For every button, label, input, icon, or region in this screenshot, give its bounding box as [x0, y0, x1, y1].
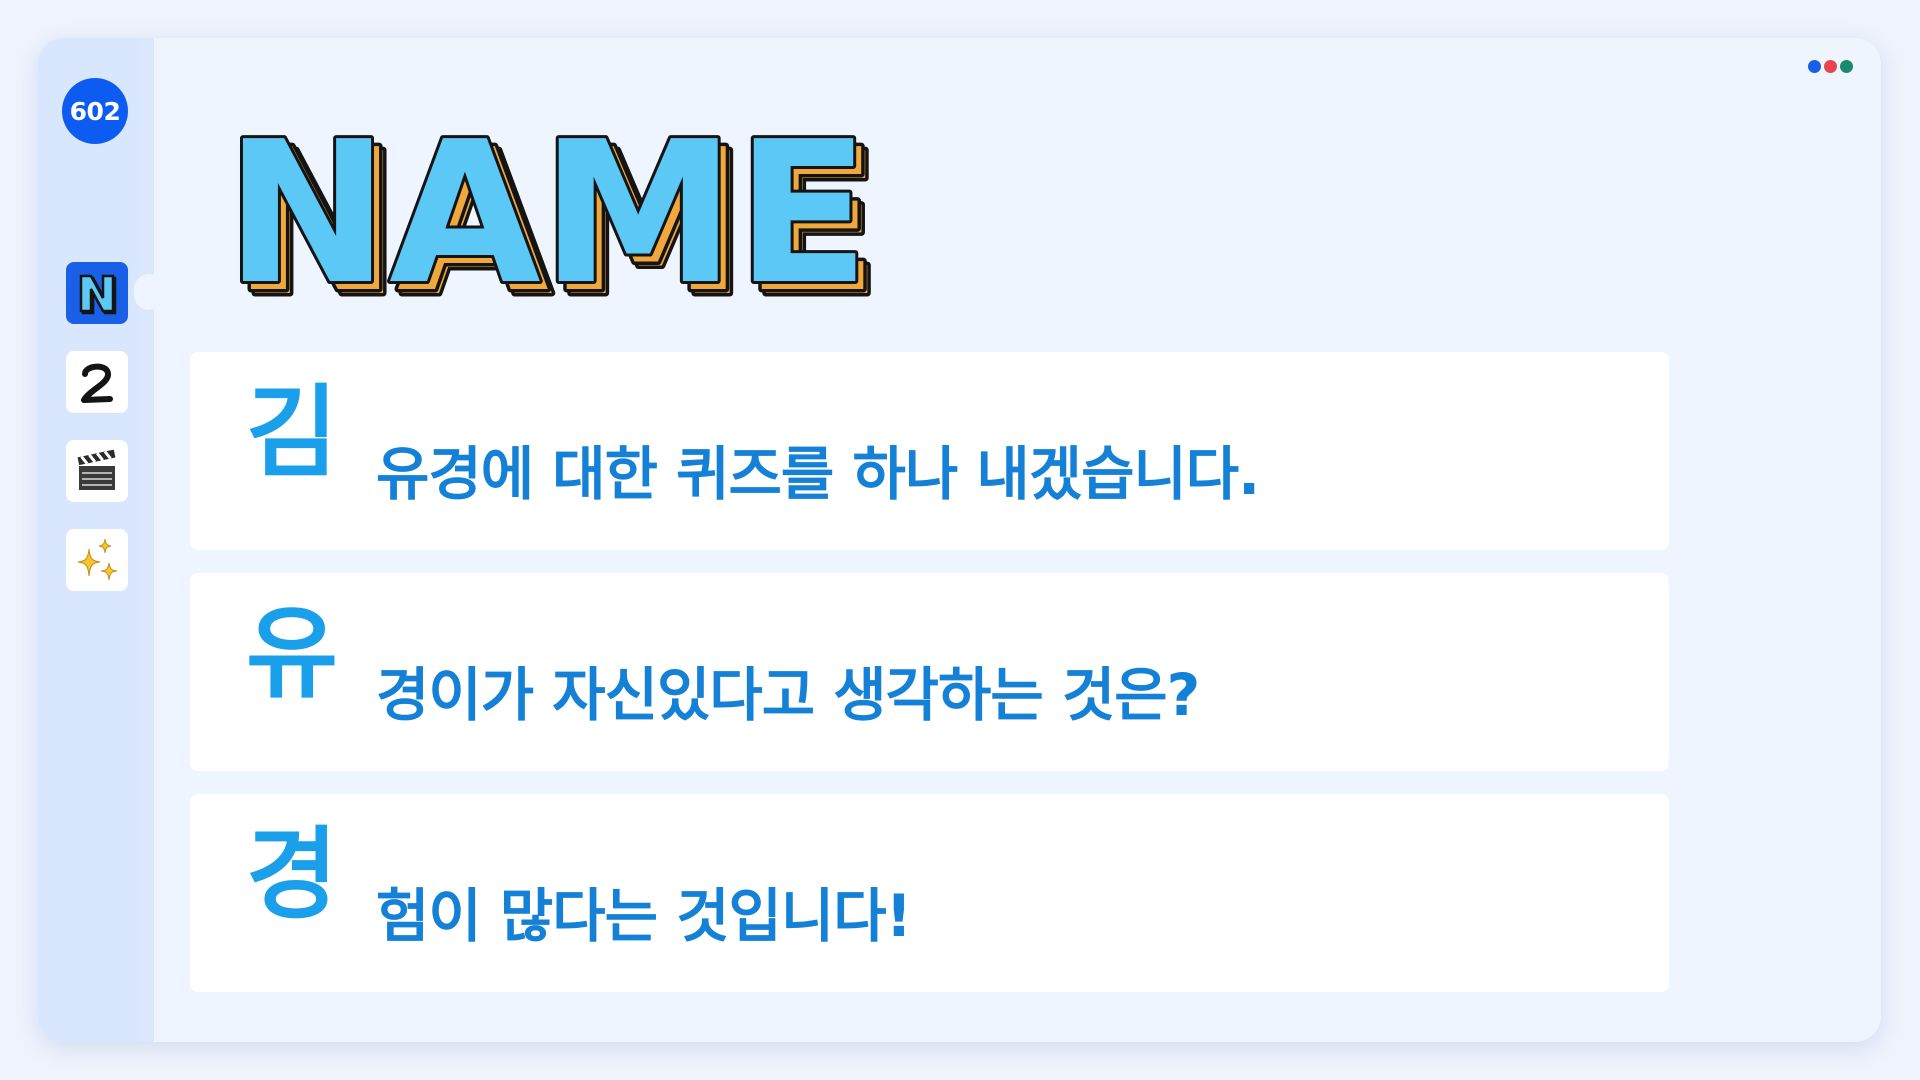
sidebar-item-number-two[interactable] [66, 351, 128, 413]
quiz-card-3: 경 험이 많다는 것입니다! [190, 794, 1669, 992]
card-initial: 경 [246, 816, 338, 933]
sidebar-edge [138, 38, 154, 1042]
sidebar-item-sparkles[interactable] [66, 529, 128, 591]
window-dot-blue [1808, 60, 1821, 73]
quiz-card-1: 김 유경에 대한 퀴즈를 하나 내겠습니다. [190, 352, 1669, 550]
card-initial: 김 [246, 374, 338, 491]
window-dot-red [1824, 60, 1837, 73]
letter-n-icon [72, 268, 122, 318]
number-two-icon [72, 357, 122, 407]
slide-title: NAME NAME NAME [222, 94, 903, 344]
title-art: NAME NAME NAME [222, 97, 885, 344]
clapperboard-icon [72, 446, 122, 496]
active-item-indicator [134, 274, 164, 310]
window-controls [1808, 60, 1853, 73]
card-initial: 유 [246, 595, 338, 712]
sidebar-item-title-n[interactable] [66, 262, 128, 324]
card-text: 험이 많다는 것입니다! [376, 882, 912, 950]
card-text: 유경에 대한 퀴즈를 하나 내겠습니다. [376, 440, 1260, 508]
card-text: 경이가 자신있다고 생각하는 것은? [376, 661, 1200, 729]
slide-number-badge: 602 [62, 78, 128, 144]
window-dot-green [1840, 60, 1853, 73]
sidebar-item-clapperboard[interactable] [66, 440, 128, 502]
slide-sidebar: 602 [38, 38, 154, 1042]
slide-window: 602 NAME NAME NAME 김 유경에 대한 퀴즈를 하나 내겠습니다… [38, 38, 1881, 1042]
sparkles-icon [72, 535, 122, 585]
title-face: NAME [225, 100, 870, 328]
quiz-card-2: 유 경이가 자신있다고 생각하는 것은? [190, 573, 1669, 771]
